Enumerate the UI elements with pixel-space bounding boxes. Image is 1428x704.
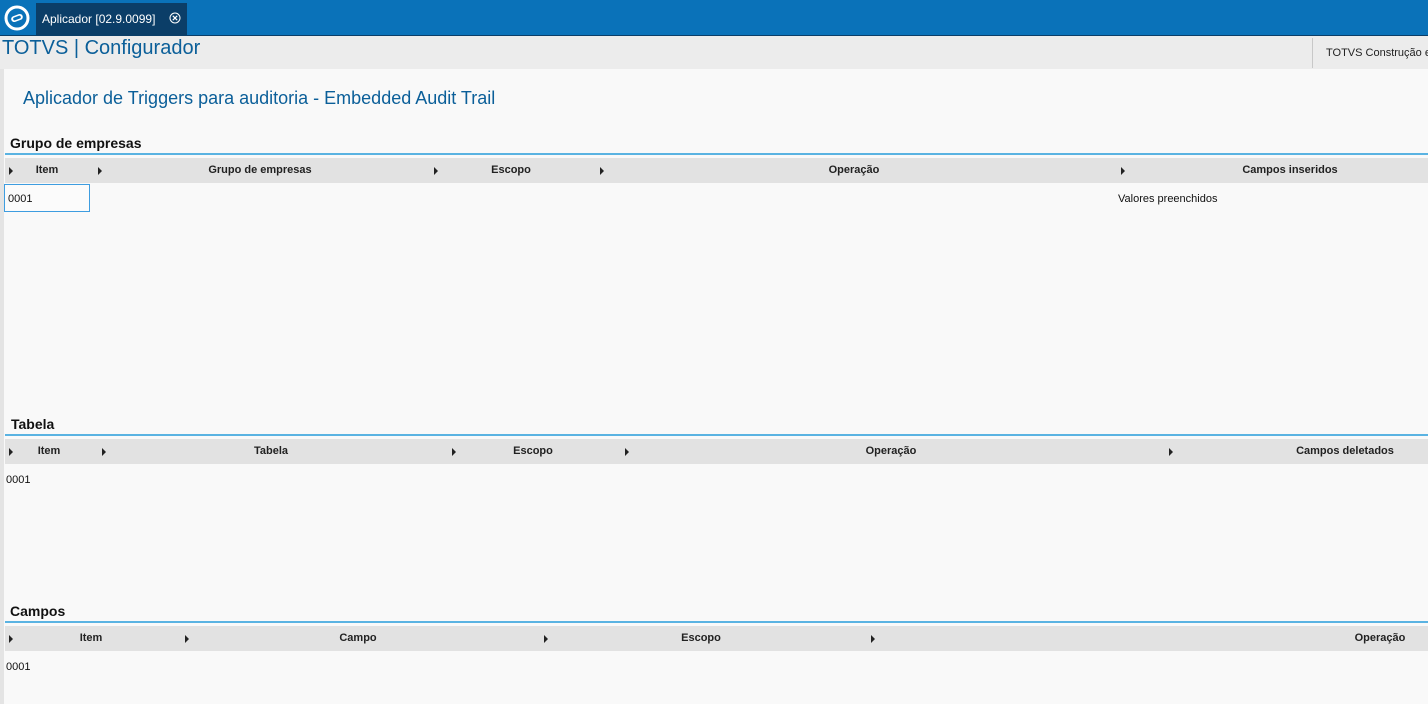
column-arrow-icon[interactable] [544, 635, 548, 643]
column-escopo[interactable]: Escopo [513, 445, 553, 457]
header: TOTVS | Configurador TOTVS Construção e [0, 36, 1428, 69]
column-arrow-icon[interactable] [185, 635, 189, 643]
column-item[interactable]: Item [36, 164, 59, 176]
page-title: Aplicador de Triggers para auditoria - E… [23, 88, 496, 108]
section-title-grupo: Grupo de empresas [10, 135, 142, 151]
column-arrow-icon[interactable] [102, 448, 106, 456]
column-escopo[interactable]: Escopo [681, 632, 721, 644]
column-arrow-icon[interactable] [871, 635, 875, 643]
column-grupo-de-empresas[interactable]: Grupo de empresas [208, 164, 311, 176]
column-escopo[interactable]: Escopo [491, 164, 531, 176]
column-arrow-icon[interactable] [1169, 448, 1173, 456]
cell-item[interactable]: 0001 [6, 661, 30, 673]
column-operacao[interactable]: Operação [829, 164, 880, 176]
grid-header-campos: Item Campo Escopo Operação [5, 626, 1428, 651]
grid-header-grupo: Item Grupo de empresas Escopo Operação C… [5, 158, 1428, 183]
column-arrow-icon[interactable] [9, 167, 13, 175]
cell-campos-inseridos[interactable]: Valores preenchidos [1118, 193, 1217, 205]
column-arrow-icon[interactable] [452, 448, 456, 456]
column-campos-deletados[interactable]: Campos deletados [1296, 445, 1394, 457]
column-tabela[interactable]: Tabela [254, 445, 288, 457]
section-divider [5, 621, 1428, 623]
section-divider [5, 434, 1428, 436]
column-item[interactable]: Item [38, 445, 61, 457]
column-operacao[interactable]: Operação [866, 445, 917, 457]
tab-aplicador[interactable]: Aplicador [02.9.0099] [36, 3, 187, 35]
column-operacao[interactable]: Operação [1355, 632, 1406, 644]
column-arrow-icon[interactable] [9, 448, 13, 456]
column-arrow-icon[interactable] [625, 448, 629, 456]
column-arrow-icon[interactable] [98, 167, 102, 175]
cell-item[interactable]: 0001 [6, 474, 30, 486]
column-campos-inseridos[interactable]: Campos inseridos [1242, 164, 1337, 176]
section-title-campos: Campos [10, 603, 66, 619]
cell-item[interactable]: 0001 [8, 193, 32, 205]
grid-header-tabela: Item Tabela Escopo Operação Campos delet… [5, 439, 1428, 464]
column-arrow-icon[interactable] [1121, 167, 1125, 175]
company-selector[interactable]: TOTVS Construção e [1312, 38, 1428, 68]
column-arrow-icon[interactable] [600, 167, 604, 175]
section-title-tabela: Tabela [11, 416, 55, 432]
app-window: Aplicador [02.9.0099] TOTVS | Configurad… [0, 0, 1428, 704]
tab-label: Aplicador [02.9.0099] [42, 12, 156, 26]
close-icon[interactable] [169, 12, 181, 24]
section-divider [5, 153, 1428, 155]
column-item[interactable]: Item [80, 632, 103, 644]
left-edge [0, 69, 4, 704]
column-arrow-icon[interactable] [434, 167, 438, 175]
column-arrow-icon[interactable] [9, 635, 13, 643]
top-bar: Aplicador [02.9.0099] [0, 0, 1428, 35]
column-campo[interactable]: Campo [339, 632, 376, 644]
app-title: TOTVS | Configurador [2, 37, 201, 59]
totvs-logo-icon[interactable] [0, 0, 33, 35]
